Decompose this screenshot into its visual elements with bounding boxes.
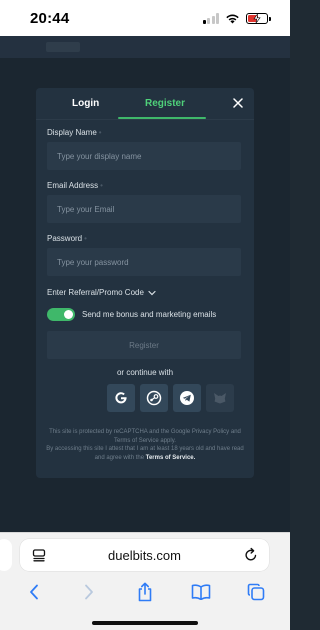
- tab-login[interactable]: Login: [72, 98, 99, 109]
- metamask-login-button[interactable]: [206, 384, 234, 412]
- auth-modal: Login Register Display Name• Email Addre…: [36, 88, 254, 478]
- wifi-icon: [226, 14, 239, 23]
- required-mark: •: [98, 128, 102, 137]
- cellular-signal-icon: [202, 12, 219, 24]
- address-bar[interactable]: duelbits.com: [20, 539, 269, 571]
- share-button[interactable]: [130, 580, 160, 604]
- terms-of-service-link[interactable]: Terms of Service.: [146, 455, 196, 461]
- required-mark: •: [100, 181, 103, 190]
- share-icon: [138, 582, 152, 602]
- tab-register[interactable]: Register: [145, 98, 185, 109]
- close-button[interactable]: [230, 95, 246, 111]
- recaptcha-notice: This site is protected by reCAPTCHA and …: [49, 429, 241, 444]
- url-text: duelbits.com: [108, 547, 181, 563]
- book-icon: [191, 584, 210, 600]
- telegram-login-button[interactable]: [173, 384, 201, 412]
- site-header: [0, 36, 290, 58]
- metamask-icon: [214, 393, 226, 404]
- forward-button[interactable]: [74, 580, 104, 604]
- marketing-emails-label: Send me bonus and marketing emails: [82, 310, 217, 319]
- status-bar: 20:44: [0, 0, 290, 36]
- reload-icon[interactable]: [244, 547, 258, 562]
- home-indicator: [92, 621, 198, 625]
- site-logo: [46, 42, 80, 52]
- browser-toolbar: [0, 579, 290, 605]
- promo-code-toggle[interactable]: Enter Referral/Promo Code: [47, 288, 156, 297]
- previous-tab-peek[interactable]: [0, 539, 12, 571]
- steam-login-button[interactable]: [140, 384, 168, 412]
- legal-notice: This site is protected by reCAPTCHA and …: [46, 428, 244, 462]
- required-mark: •: [84, 234, 87, 243]
- social-login-row: [107, 384, 234, 412]
- email-label: Email Address •: [47, 181, 103, 190]
- display-name-label: Display Name •: [47, 128, 102, 137]
- browser-chrome: duelbits.com: [0, 532, 290, 630]
- chevron-down-icon: [148, 290, 156, 295]
- password-label-text: Password: [47, 234, 83, 243]
- display-name-input[interactable]: [47, 142, 241, 170]
- display-name-label-text: Display Name: [47, 128, 97, 137]
- google-icon: [115, 392, 127, 404]
- password-input[interactable]: [47, 248, 241, 276]
- active-tab-indicator: [118, 117, 206, 119]
- status-time: 20:44: [30, 9, 70, 27]
- page-menu-icon[interactable]: [32, 548, 46, 562]
- close-icon: [233, 98, 243, 108]
- tabs-icon: [247, 583, 265, 601]
- auth-tabs: Login Register: [36, 88, 254, 120]
- steam-icon: [146, 390, 162, 406]
- marketing-emails-row: Send me bonus and marketing emails: [47, 308, 216, 321]
- continue-with-label: or continue with: [116, 368, 174, 377]
- battery-icon: [246, 12, 271, 24]
- toggle-knob: [64, 310, 73, 319]
- password-label: Password •: [47, 234, 87, 243]
- promo-code-label: Enter Referral/Promo Code: [47, 288, 144, 297]
- bookmarks-button[interactable]: [186, 580, 216, 604]
- tabs-button[interactable]: [241, 580, 271, 604]
- register-button[interactable]: Register: [47, 331, 241, 359]
- email-input[interactable]: [47, 195, 241, 223]
- marketing-emails-toggle[interactable]: [47, 308, 75, 321]
- back-button[interactable]: [19, 580, 49, 604]
- status-icons: [202, 12, 271, 24]
- chevron-left-icon: [29, 584, 38, 600]
- chevron-right-icon: [85, 584, 94, 600]
- telegram-icon: [180, 391, 194, 405]
- google-login-button[interactable]: [107, 384, 135, 412]
- email-label-text: Email Address: [47, 181, 99, 190]
